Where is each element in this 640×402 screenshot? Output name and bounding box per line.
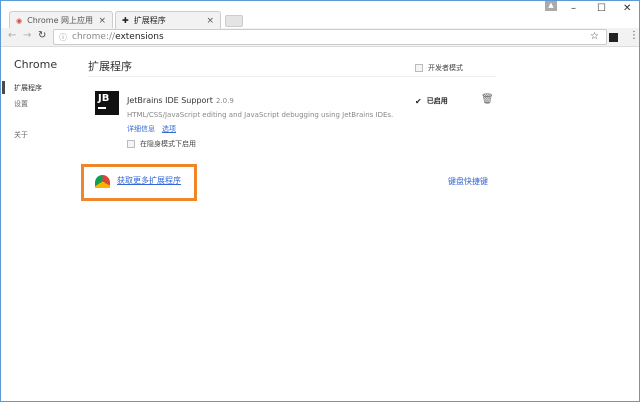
- maximize-button[interactable]: ☐: [597, 3, 606, 14]
- incognito-toggle[interactable]: 在隐身模式下启用: [127, 139, 196, 149]
- tab-extensions[interactable]: ✚ 扩展程序 ×: [115, 11, 221, 29]
- reload-button[interactable]: ↻: [38, 30, 46, 41]
- developer-mode-toggle[interactable]: 开发者模式: [415, 63, 463, 73]
- keyboard-shortcuts-link[interactable]: 键盘快捷键: [448, 176, 488, 187]
- extension-jb-icon[interactable]: [609, 33, 618, 42]
- sidebar-item-settings[interactable]: 设置: [14, 99, 28, 109]
- details-link[interactable]: 详细信息: [127, 124, 155, 134]
- incognito-checkbox[interactable]: [127, 140, 135, 148]
- trash-icon[interactable]: 🗑: [481, 94, 494, 105]
- address-bar[interactable]: ⓘ chrome://extensions: [53, 29, 607, 45]
- options-link[interactable]: 选项: [162, 124, 176, 134]
- extension-icon: JB: [95, 91, 119, 115]
- info-icon: ⓘ: [59, 32, 67, 42]
- back-button[interactable]: ←: [8, 30, 16, 41]
- get-more-extensions-link[interactable]: 获取更多扩展程序: [117, 175, 181, 186]
- enabled-checkbox[interactable]: ✔: [415, 97, 422, 106]
- star-icon[interactable]: ☆: [590, 31, 599, 42]
- profile-icon[interactable]: ▲: [545, 1, 557, 11]
- extension-name: JetBrains IDE Support: [127, 96, 213, 105]
- webstore-icon: [95, 175, 110, 188]
- sidebar-title: Chrome: [14, 58, 58, 71]
- tab-webstore[interactable]: ◉ Chrome 网上应用店 - Je ×: [9, 11, 113, 29]
- close-tab-icon[interactable]: ×: [98, 16, 106, 26]
- new-tab-button[interactable]: [225, 15, 243, 27]
- webstore-icon: ◉: [16, 16, 23, 25]
- developer-mode-checkbox[interactable]: [415, 64, 423, 72]
- sidebar-item-extensions[interactable]: 扩展程序: [14, 83, 42, 93]
- menu-icon[interactable]: ⋮: [629, 30, 639, 41]
- selected-indicator: [2, 81, 5, 94]
- sidebar-item-about[interactable]: 关于: [14, 130, 28, 140]
- divider: [88, 76, 496, 77]
- extension-description: HTML/CSS/JavaScript editing and JavaScri…: [127, 111, 394, 119]
- extension-version: 2.0.9: [216, 97, 234, 105]
- enabled-toggle[interactable]: ✔ 已启用: [415, 96, 448, 106]
- page-title: 扩展程序: [88, 60, 132, 73]
- minimize-button[interactable]: –: [571, 3, 576, 14]
- forward-button[interactable]: →: [23, 30, 31, 41]
- close-tab-icon[interactable]: ×: [206, 16, 214, 26]
- puzzle-icon: ✚: [122, 16, 129, 25]
- close-window-button[interactable]: ✕: [623, 3, 631, 14]
